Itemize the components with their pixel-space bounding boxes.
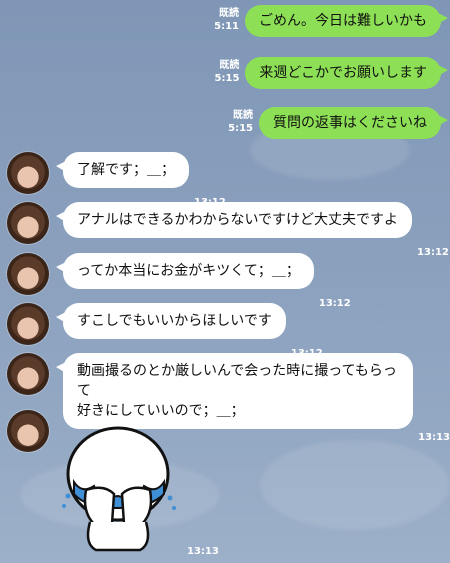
- sent-bubble[interactable]: 質問の返事はくださいね: [259, 107, 448, 139]
- read-receipt: 既読: [219, 60, 240, 71]
- received-bubble[interactable]: 動画撮るのとか厳しいんで会った時に撮ってもらって 好きにしていいので；＿；: [55, 353, 414, 429]
- sent-message[interactable]: 既読 5:15 来週どこかでお願いします: [215, 57, 448, 89]
- avatar[interactable]: [7, 303, 49, 345]
- received-message[interactable]: アナルはできるかわからないですけど大丈夫ですよ 13:12: [7, 202, 449, 258]
- message-time: 5:15: [214, 73, 240, 84]
- sticker-body: [86, 521, 150, 552]
- received-message[interactable]: ってか本当にお金がキツくて；＿； 13:12: [7, 253, 351, 309]
- received-bubble[interactable]: ってか本当にお金がキツくて；＿；: [56, 253, 314, 289]
- received-bubble[interactable]: すこしでもいいからほしいです: [56, 303, 286, 339]
- sticker-message[interactable]: [7, 410, 49, 452]
- received-message[interactable]: すこしでもいいからほしいです 13:12: [7, 303, 323, 359]
- read-receipt: 既読: [233, 110, 253, 121]
- message-time: 13:13: [418, 432, 450, 443]
- crying-face-sticker-icon[interactable]: [60, 424, 180, 552]
- avatar[interactable]: [7, 410, 49, 452]
- avatar[interactable]: [7, 152, 49, 194]
- message-line: 好きにしていいので；＿；: [77, 403, 245, 419]
- sent-bubble[interactable]: 来週どこかでお願いします: [245, 57, 448, 89]
- received-bubble[interactable]: アナルはできるかわからないですけど大丈夫ですよ: [55, 202, 413, 238]
- message-meta: 既読 5:15: [215, 59, 240, 85]
- avatar[interactable]: [7, 353, 49, 395]
- received-message[interactable]: 動画撮るのとか厳しいんで会った時に撮ってもらって 好きにしていいので；＿； 13…: [7, 353, 450, 443]
- message-meta: 既読 5:11: [214, 7, 239, 33]
- message-time: 13:12: [417, 247, 449, 258]
- avatar[interactable]: [7, 253, 49, 295]
- sticker-tear-drop: [65, 493, 71, 499]
- received-message[interactable]: 了解です；＿； 13:12: [7, 152, 226, 208]
- message-line: 動画撮るのとか厳しいんで会った時に撮ってもらって: [77, 363, 397, 399]
- message-time: 13:13: [187, 546, 219, 557]
- message-time: 5:11: [214, 21, 239, 32]
- background-cloud: [260, 440, 450, 530]
- sticker-tear-drop: [167, 495, 173, 501]
- read-receipt: 既読: [219, 8, 239, 19]
- received-bubble[interactable]: 了解です；＿；: [56, 152, 189, 188]
- sticker-tear-drop: [172, 506, 176, 510]
- sent-message[interactable]: 既読 5:11 ごめん。今日は難しいかも: [214, 5, 448, 37]
- sticker-tear-drop: [62, 504, 66, 508]
- message-meta: 既読 5:15: [228, 109, 253, 135]
- avatar[interactable]: [7, 202, 49, 244]
- message-time: 13:12: [318, 298, 351, 309]
- sent-bubble[interactable]: ごめん。今日は難しいかも: [245, 5, 448, 37]
- message-time: 5:15: [228, 123, 253, 134]
- sent-message[interactable]: 既読 5:15 質問の返事はくださいね: [228, 107, 448, 139]
